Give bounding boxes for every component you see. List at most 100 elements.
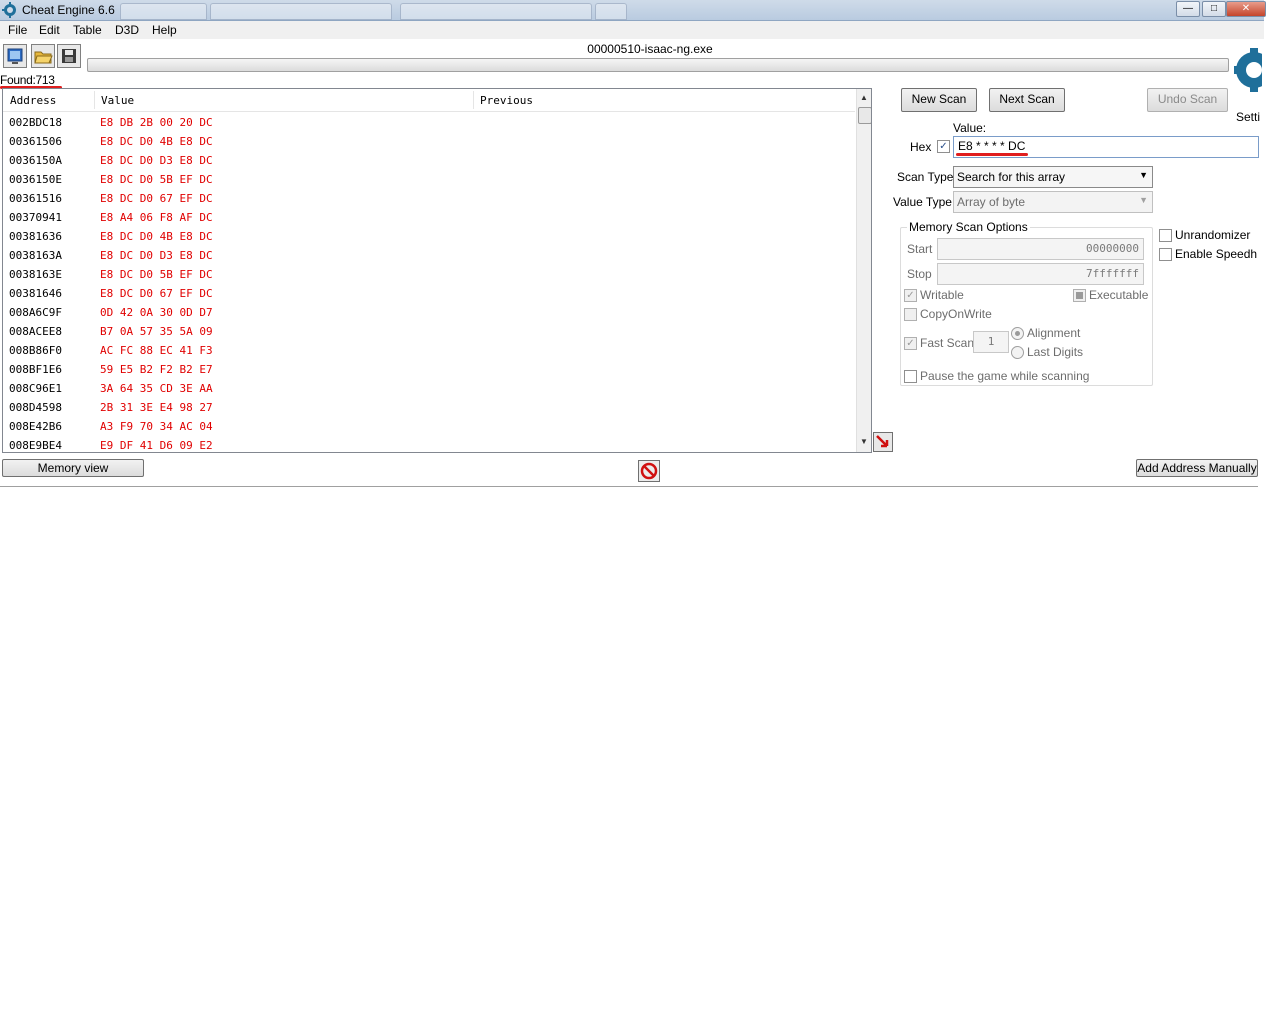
- radio-dot-icon: [1015, 331, 1020, 336]
- row-address: 00361506: [9, 135, 62, 148]
- menu-table[interactable]: Table: [73, 23, 102, 37]
- row-value: 3A 64 35 CD 3E AA: [100, 382, 213, 395]
- row-address: 0036150A: [9, 154, 62, 167]
- table-row[interactable]: 008A6C9F 0D 42 0A 30 0D D7: [3, 303, 855, 322]
- speedhack-label: Enable Speedhack: [1175, 247, 1257, 261]
- table-row[interactable]: 008B86F0 AC FC 88 EC 41 F3: [3, 341, 855, 360]
- column-divider[interactable]: [473, 91, 474, 109]
- table-row[interactable]: 008ACEE8 B7 0A 57 35 5A 09: [3, 322, 855, 341]
- executable-checkbox[interactable]: [1073, 289, 1086, 302]
- stop-address-input[interactable]: 7fffffff: [937, 263, 1144, 285]
- alignment-radio[interactable]: [1011, 327, 1024, 340]
- row-address: 008D4598: [9, 401, 62, 414]
- table-row[interactable]: 0038163A E8 DC D0 D3 E8 DC: [3, 246, 855, 265]
- menu-d3d[interactable]: D3D: [115, 23, 139, 37]
- scan-type-select[interactable]: Search for this array ▼: [953, 166, 1153, 188]
- table-row[interactable]: 008D4598 2B 31 3E E4 98 27: [3, 398, 855, 417]
- menu-edit[interactable]: Edit: [39, 23, 60, 37]
- stop-scan-button[interactable]: [638, 460, 660, 482]
- start-address-value: 00000000: [1086, 242, 1139, 255]
- menu-help[interactable]: Help: [152, 23, 177, 37]
- table-row[interactable]: 008BF1E6 59 E5 B2 F2 B2 E7: [3, 360, 855, 379]
- dropdown-arrow-icon: ▼: [1139, 170, 1148, 180]
- splitter[interactable]: [0, 486, 1258, 487]
- select-process-button[interactable]: [3, 44, 27, 68]
- table-row[interactable]: 00381636 E8 DC D0 4B E8 DC: [3, 227, 855, 246]
- value-type-select[interactable]: Array of byte ▼: [953, 191, 1153, 213]
- save-button[interactable]: [57, 44, 81, 68]
- scroll-up-icon[interactable]: ▲: [860, 93, 868, 102]
- start-address-input[interactable]: 00000000: [937, 238, 1144, 260]
- column-address[interactable]: Address: [10, 94, 56, 107]
- last-digits-radio[interactable]: [1011, 346, 1024, 359]
- fast-scan-input[interactable]: 1: [973, 331, 1009, 353]
- table-row[interactable]: 00370941 E8 A4 06 F8 AF DC: [3, 208, 855, 227]
- new-scan-button[interactable]: New Scan: [901, 88, 977, 112]
- select-process-icon: [7, 48, 23, 64]
- next-scan-button[interactable]: Next Scan: [989, 88, 1065, 112]
- row-value: AC FC 88 EC 41 F3: [100, 344, 213, 357]
- column-previous[interactable]: Previous: [480, 94, 533, 107]
- table-row[interactable]: 008E42B6 A3 F9 70 34 AC 04: [3, 417, 855, 436]
- row-address: 008E9BE4: [9, 439, 62, 452]
- row-value: E8 DC D0 D3 E8 DC: [100, 154, 213, 167]
- table-row[interactable]: 008C96E1 3A 64 35 CD 3E AA: [3, 379, 855, 398]
- copyonwrite-checkbox[interactable]: [904, 308, 917, 321]
- start-label: Start: [907, 242, 933, 256]
- add-to-list-button[interactable]: [873, 432, 893, 452]
- table-row[interactable]: 00361516 E8 DC D0 67 EF DC: [3, 189, 855, 208]
- add-address-button[interactable]: Add Address Manually: [1136, 459, 1258, 477]
- menu-bar: File Edit Table D3D Help: [0, 21, 1264, 39]
- window-title: Cheat Engine 6.6: [22, 3, 115, 17]
- red-arrow-icon: [876, 435, 889, 448]
- table-row[interactable]: 00361506 E8 DC D0 4B E8 DC: [3, 132, 855, 151]
- open-file-icon: [34, 51, 53, 64]
- row-value: E8 DC D0 5B EF DC: [100, 173, 213, 186]
- pause-game-checkbox[interactable]: [904, 370, 917, 383]
- row-address: 008BF1E6: [9, 363, 62, 376]
- value-label: Value:: [953, 121, 987, 135]
- undo-scan-button[interactable]: Undo Scan: [1147, 88, 1228, 112]
- found-count: Found:713: [0, 73, 55, 87]
- row-address: 008ACEE8: [9, 325, 62, 338]
- row-value: E8 DC D0 4B E8 DC: [100, 135, 213, 148]
- column-divider[interactable]: [94, 91, 95, 109]
- no-entry-icon: [640, 462, 658, 480]
- unrandomizer-label: Unrandomizer: [1175, 228, 1251, 242]
- close-button[interactable]: ✕: [1226, 1, 1266, 17]
- hex-checkbox[interactable]: ✓: [937, 140, 950, 153]
- table-row[interactable]: 008E9BE4 E9 DF 41 D6 09 E2: [3, 436, 855, 452]
- row-address: 0036150E: [9, 173, 62, 186]
- table-row[interactable]: 0036150A E8 DC D0 D3 E8 DC: [3, 151, 855, 170]
- row-value: E8 A4 06 F8 AF DC: [100, 211, 213, 224]
- table-row[interactable]: 00381646 E8 DC D0 67 EF DC: [3, 284, 855, 303]
- row-address: 00381636: [9, 230, 62, 243]
- unrandomizer-checkbox[interactable]: [1159, 229, 1172, 242]
- table-row[interactable]: 0038163E E8 DC D0 5B EF DC: [3, 265, 855, 284]
- column-value[interactable]: Value: [101, 94, 134, 107]
- results-scrollbar[interactable]: ▲ ▼: [856, 89, 871, 452]
- cheat-engine-logo[interactable]: [1232, 44, 1262, 106]
- writable-label: Writable: [920, 288, 964, 302]
- settings-label[interactable]: Settings: [1236, 110, 1260, 124]
- value-type-value: Array of byte: [957, 195, 1026, 209]
- scan-progress-bar: [87, 58, 1229, 72]
- checkmark-icon: ✓: [906, 338, 915, 349]
- background-tab: [210, 3, 392, 20]
- table-row[interactable]: 0036150E E8 DC D0 5B EF DC: [3, 170, 855, 189]
- row-value: E8 DC D0 D3 E8 DC: [100, 249, 213, 262]
- scroll-down-icon[interactable]: ▼: [860, 437, 868, 446]
- minimize-button[interactable]: —: [1176, 1, 1200, 17]
- fast-scan-checkbox[interactable]: ✓: [904, 337, 917, 350]
- maximize-button[interactable]: □: [1202, 1, 1226, 17]
- title-bar: Cheat Engine 6.6 — □ ✕: [0, 0, 1266, 21]
- scroll-thumb[interactable]: [858, 107, 871, 124]
- speedhack-checkbox[interactable]: [1159, 248, 1172, 261]
- table-row[interactable]: 002BDC18 E8 DB 2B 00 20 DC: [3, 113, 855, 132]
- menu-file[interactable]: File: [8, 23, 27, 37]
- results-list[interactable]: Address Value Previous 002BDC18 E8 DB 2B …: [2, 88, 872, 453]
- alignment-label: Alignment: [1027, 326, 1081, 340]
- writable-checkbox[interactable]: ✓: [904, 289, 917, 302]
- memory-view-button[interactable]: Memory view: [2, 459, 144, 477]
- open-file-button[interactable]: [31, 44, 55, 68]
